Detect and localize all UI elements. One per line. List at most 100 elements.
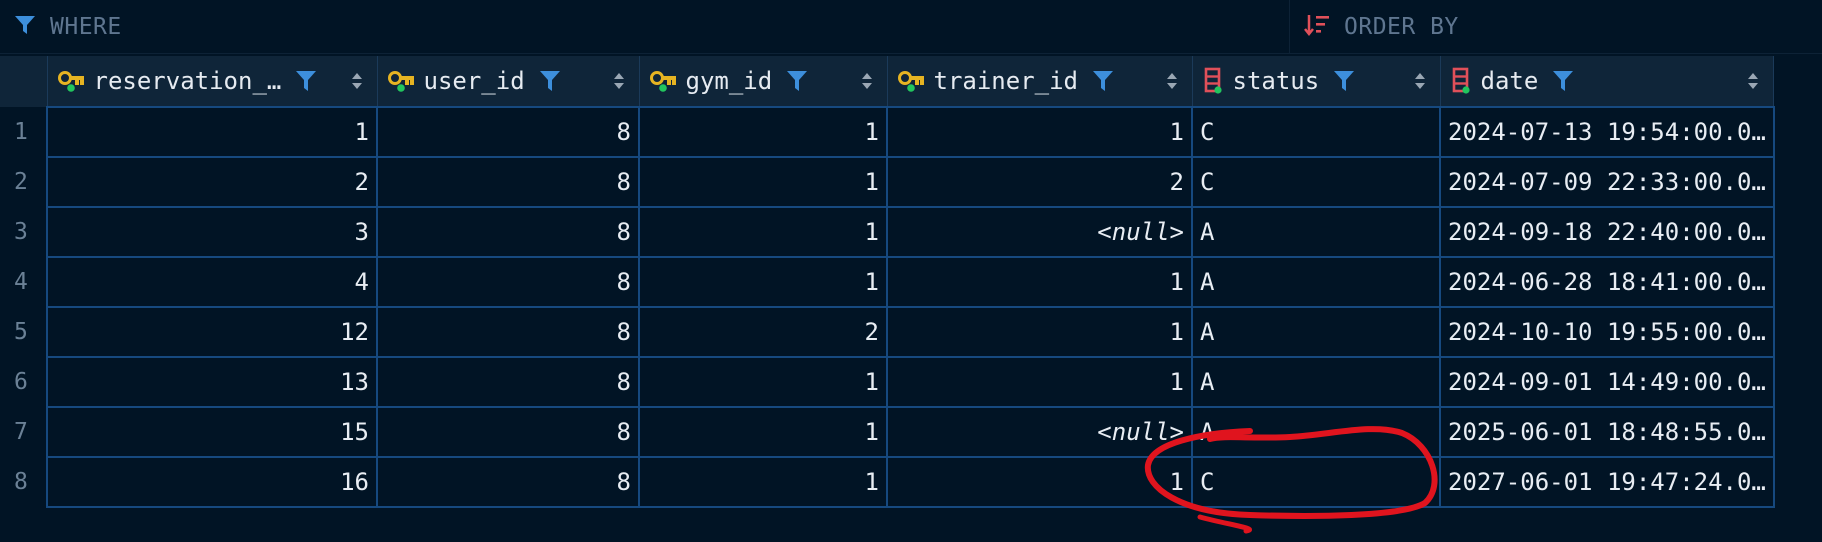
cell-status[interactable]: C <box>1191 106 1441 158</box>
order-by-field[interactable]: ORDER BY <box>1290 0 1822 54</box>
cell-user_id[interactable]: 8 <box>376 456 640 508</box>
cell-user_id[interactable]: 8 <box>376 256 640 308</box>
cell-trainer_id[interactable]: 2 <box>886 156 1193 208</box>
cell-reservation_id[interactable]: 4 <box>46 256 378 308</box>
cell-gym_id[interactable]: 1 <box>638 456 888 508</box>
column-header-trainer_id[interactable]: trainer_id <box>887 56 1193 107</box>
column-icon <box>1452 67 1470 94</box>
cell-user_id[interactable]: 8 <box>376 356 640 408</box>
cell-status[interactable]: A <box>1191 306 1441 358</box>
column-header-date[interactable]: date <box>1440 56 1775 107</box>
order-by-label: ORDER BY <box>1344 14 1459 40</box>
column-name: reservation_… <box>93 67 282 95</box>
column-filter-icon[interactable] <box>1092 69 1114 93</box>
cell-gym_id[interactable]: 1 <box>638 256 888 308</box>
sort-order-icon <box>1304 13 1330 41</box>
cell-user_id[interactable]: 8 <box>376 106 640 158</box>
cell-gym_id[interactable]: 1 <box>638 156 888 208</box>
cell-date[interactable]: 2024-10-10 19:55:00.0… <box>1439 306 1775 358</box>
cell-gym_id[interactable]: 2 <box>638 306 888 358</box>
cell-status[interactable]: A <box>1191 206 1441 258</box>
cell-reservation_id[interactable]: 16 <box>46 456 378 508</box>
table-row[interactable]: 7 15 8 1 <null> A 2025-06-01 18:48:55.0… <box>0 406 1775 458</box>
column-header-gym_id[interactable]: gym_id <box>639 56 888 107</box>
cell-status[interactable]: C <box>1191 156 1441 208</box>
sort-toggle-icon[interactable] <box>1747 72 1759 90</box>
foreign-key-icon <box>387 71 414 92</box>
cell-user_id[interactable]: 8 <box>376 406 640 458</box>
column-name: date <box>1480 67 1539 95</box>
row-number[interactable]: 8 <box>0 457 48 507</box>
row-number[interactable]: 3 <box>0 207 48 257</box>
cell-user_id[interactable]: 8 <box>376 206 640 258</box>
cell-reservation_id[interactable]: 12 <box>46 306 378 358</box>
filter-bar: WHERE ORDER BY <box>0 0 1822 54</box>
table-row[interactable]: 8 16 8 1 1 C 2027-06-01 19:47:24.0… <box>0 456 1775 508</box>
cell-date[interactable]: 2024-07-09 22:33:00.0… <box>1439 156 1775 208</box>
table-row[interactable]: 4 4 8 1 1 A 2024-06-28 18:41:00.0… <box>0 256 1775 308</box>
cell-reservation_id[interactable]: 1 <box>46 106 378 158</box>
cell-gym_id[interactable]: 1 <box>638 106 888 158</box>
foreign-key-icon <box>897 71 924 92</box>
where-label: WHERE <box>50 14 122 40</box>
cell-status[interactable]: A <box>1191 356 1441 408</box>
cell-date[interactable]: 2024-09-18 22:40:00.0… <box>1439 206 1775 258</box>
cell-reservation_id[interactable]: 2 <box>46 156 378 208</box>
sort-toggle-icon[interactable] <box>613 72 625 90</box>
primary-key-icon <box>57 71 84 92</box>
column-header-user_id[interactable]: user_id <box>377 56 640 107</box>
cell-trainer_id[interactable]: 1 <box>886 306 1193 358</box>
row-number[interactable]: 7 <box>0 407 48 457</box>
filter-icon <box>14 14 36 40</box>
cell-status[interactable]: A <box>1191 256 1441 308</box>
cell-status[interactable]: C <box>1191 456 1441 508</box>
row-number[interactable]: 2 <box>0 157 48 207</box>
sort-toggle-icon[interactable] <box>351 72 363 90</box>
column-name: user_id <box>423 67 525 95</box>
row-number[interactable]: 4 <box>0 257 48 307</box>
column-name: trainer_id <box>933 67 1079 95</box>
cell-reservation_id[interactable]: 15 <box>46 406 378 458</box>
table-row[interactable]: 2 2 8 1 2 C 2024-07-09 22:33:00.0… <box>0 156 1775 208</box>
sort-toggle-icon[interactable] <box>1414 72 1426 90</box>
cell-trainer_id[interactable]: <null> <box>886 206 1193 258</box>
table-row[interactable]: 5 12 8 2 1 A 2024-10-10 19:55:00.0… <box>0 306 1775 358</box>
cell-gym_id[interactable]: 1 <box>638 206 888 258</box>
cell-date[interactable]: 2024-07-13 19:54:00.0… <box>1439 106 1775 158</box>
cell-gym_id[interactable]: 1 <box>638 406 888 458</box>
cell-trainer_id[interactable]: 1 <box>886 106 1193 158</box>
cell-date[interactable]: 2027-06-01 19:47:24.0… <box>1439 456 1775 508</box>
cell-user_id[interactable]: 8 <box>376 306 640 358</box>
cell-date[interactable]: 2024-09-01 14:49:00.0… <box>1439 356 1775 408</box>
row-number[interactable]: 1 <box>0 107 48 157</box>
sort-toggle-icon[interactable] <box>1166 72 1178 90</box>
column-filter-icon[interactable] <box>786 69 808 93</box>
column-name: status <box>1232 67 1320 95</box>
table-row[interactable]: 3 3 8 1 <null> A 2024-09-18 22:40:00.0… <box>0 206 1775 258</box>
column-filter-icon[interactable] <box>295 69 317 93</box>
column-header-reservation_id[interactable]: reservation_… <box>47 56 378 107</box>
column-name: gym_id <box>685 67 773 95</box>
cell-trainer_id[interactable]: 1 <box>886 356 1193 408</box>
cell-user_id[interactable]: 8 <box>376 156 640 208</box>
column-filter-icon[interactable] <box>1333 69 1355 93</box>
cell-date[interactable]: 2024-06-28 18:41:00.0… <box>1439 256 1775 308</box>
row-number-header <box>0 56 48 107</box>
column-filter-icon[interactable] <box>1552 69 1574 93</box>
cell-trainer_id[interactable]: 1 <box>886 456 1193 508</box>
table-row[interactable]: 1 1 8 1 1 C 2024-07-13 19:54:00.0… <box>0 106 1775 158</box>
sort-toggle-icon[interactable] <box>861 72 873 90</box>
cell-date[interactable]: 2025-06-01 18:48:55.0… <box>1439 406 1775 458</box>
cell-gym_id[interactable]: 1 <box>638 356 888 408</box>
cell-status[interactable]: A <box>1191 406 1441 458</box>
column-header-status[interactable]: status <box>1192 56 1441 107</box>
row-number[interactable]: 6 <box>0 357 48 407</box>
cell-reservation_id[interactable]: 13 <box>46 356 378 408</box>
cell-trainer_id[interactable]: 1 <box>886 256 1193 308</box>
row-number[interactable]: 5 <box>0 307 48 357</box>
cell-trainer_id[interactable]: <null> <box>886 406 1193 458</box>
cell-reservation_id[interactable]: 3 <box>46 206 378 258</box>
where-filter-field[interactable]: WHERE <box>0 0 1290 54</box>
table-row[interactable]: 6 13 8 1 1 A 2024-09-01 14:49:00.0… <box>0 356 1775 408</box>
column-filter-icon[interactable] <box>539 69 561 93</box>
